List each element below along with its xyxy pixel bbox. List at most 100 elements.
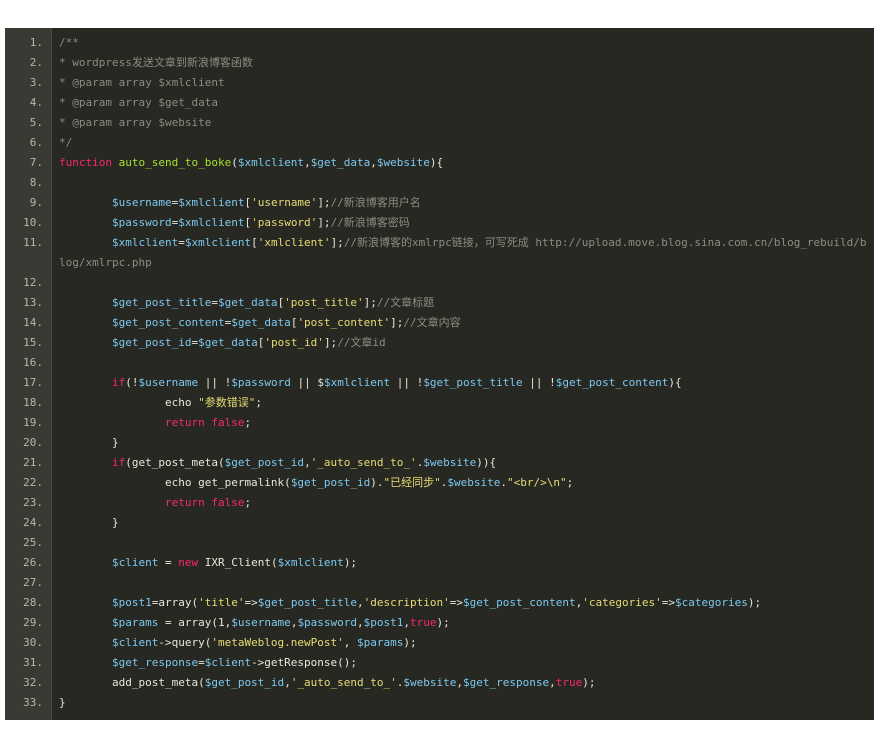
code-content: $get_response=$client->getResponse(); <box>59 653 868 673</box>
code-variable: $password <box>231 376 291 389</box>
code-line: 8. <box>5 173 874 193</box>
code-line: 27. <box>5 573 874 593</box>
code-text: ; <box>566 476 574 489</box>
code-line: 32. add_post_meta($get_post_id,'_auto_se… <box>5 673 874 693</box>
code-content: $client->query('metaWeblog.newPost', $pa… <box>59 633 868 653</box>
line-number: 19. <box>23 416 43 429</box>
code-content: if(get_post_meta($get_post_id,'_auto_sen… <box>59 453 868 473</box>
code-comment: //新浪博客密码 <box>330 216 410 229</box>
code-variable: $get_post_id <box>111 336 192 349</box>
code-keyword: return <box>164 416 205 429</box>
code-text: ; <box>244 496 252 509</box>
code-text: || ! <box>390 376 424 389</box>
code-line: 17. if(!$username || !$password || $$xml… <box>5 373 874 393</box>
line-number: 10. <box>23 216 43 229</box>
code-line: 22. echo get_permalink($get_post_id)."已经… <box>5 473 874 493</box>
code-line: 24. } <box>5 513 874 533</box>
code-content: $xmlclient=$xmlclient['xmlclient'];//新浪博… <box>59 233 868 273</box>
line-number: 22. <box>23 476 43 489</box>
code-keyword: if <box>111 456 126 469</box>
code-line: 4. * @param array $get_data <box>5 93 874 113</box>
code-text: ]; <box>317 196 331 209</box>
code-text: IXR_Client( <box>198 556 278 569</box>
code-line: 2. * wordpress发送文章到新浪博客函数 <box>5 53 874 73</box>
code-text: || $ <box>290 376 324 389</box>
line-number: 21. <box>23 456 43 469</box>
code-text: = <box>211 296 218 309</box>
code-string: 'description' <box>363 596 450 609</box>
code-variable: $post1 <box>111 596 152 609</box>
code-string: '_auto_send_to_' <box>290 676 397 689</box>
code-text: ). <box>370 476 384 489</box>
code-string: 'xmlclient' <box>257 236 331 249</box>
code-variable: $xmlclient <box>111 236 179 249</box>
code-content: $get_post_title=$get_data['post_title'];… <box>59 293 868 313</box>
code-line: 11. $xmlclient=$xmlclient['xmlclient'];/… <box>5 233 874 273</box>
code-text: =array( <box>151 596 199 609</box>
code-keyword: false <box>211 496 245 509</box>
code-line: 3. * @param array $xmlclient <box>5 73 874 93</box>
code-keyword: true <box>555 676 583 689</box>
code-comment: //新浪博客用户名 <box>330 196 421 209</box>
code-keyword: true <box>410 616 437 629</box>
code-line: 19. return false; <box>5 413 874 433</box>
code-variable: $username <box>231 616 291 629</box>
code-variable: $get_data <box>198 336 258 349</box>
code-line: 1. /** <box>5 33 874 53</box>
code-line: 28. $post1=array('title'=>$get_post_titl… <box>5 593 874 613</box>
code-text: ( <box>231 156 238 169</box>
code-variable: $password <box>297 616 358 629</box>
line-number: 3. <box>29 76 43 89</box>
code-text: , <box>304 456 311 469</box>
code-variable: $get_data <box>310 156 371 169</box>
line-number: 33. <box>23 696 43 709</box>
code-content: $username=$xmlclient['username'];//新浪博客用… <box>59 193 868 213</box>
code-variable: $client <box>204 656 252 669</box>
code-text: add_post_meta( <box>59 676 205 689</box>
code-line: 16. <box>5 353 874 373</box>
code-comment: //文章id <box>337 336 386 349</box>
code-line: 18. echo "参数错误"; <box>5 393 874 413</box>
code-variable: $username <box>138 376 199 389</box>
code-text: , <box>343 636 358 649</box>
code-content: $password=$xmlclient['password'];//新浪博客密… <box>59 213 868 233</box>
line-number: 13. <box>23 296 43 309</box>
code-variable: $username <box>111 196 172 209</box>
code-content: $client = new IXR_Client($xmlclient); <box>59 553 868 573</box>
line-number: 24. <box>23 516 43 529</box>
code-line: 10. $password=$xmlclient['password'];//新… <box>5 213 874 233</box>
code-text: ]; <box>317 216 331 229</box>
code-text: = <box>158 556 179 569</box>
code-keyword: new <box>178 556 199 569</box>
code-comment: * @param array $get_data <box>59 96 218 109</box>
code-variable: $website <box>447 476 501 489</box>
code-content: $get_post_id=$get_data['post_id'];//文章id <box>59 333 868 353</box>
code-line: 26. $client = new IXR_Client($xmlclient)… <box>5 553 874 573</box>
code-text: } <box>59 516 119 529</box>
code-variable: $client <box>111 556 159 569</box>
code-text: ]; <box>323 336 338 349</box>
code-text: => <box>661 596 675 609</box>
code-variable: $xmlclient <box>323 376 391 389</box>
line-number: 25. <box>23 536 43 549</box>
code-variable: $xmlclient <box>277 556 344 569</box>
code-variable: $get_post_title <box>111 296 212 309</box>
code-string: "已经同步" <box>383 476 441 489</box>
code-variable: $xmlclient <box>237 156 305 169</box>
code-content: /** <box>59 33 868 53</box>
code-line: 33.} <box>5 693 874 713</box>
line-number: 23. <box>23 496 43 509</box>
code-line: 29. $params = array(1,$username,$passwor… <box>5 613 874 633</box>
code-variable: $website <box>376 156 430 169</box>
code-line: 7. function auto_send_to_boke($xmlclient,… <box>5 153 874 173</box>
code-line: 9. $username=$xmlclient['username'];//新浪… <box>5 193 874 213</box>
code-variable: $website <box>403 676 457 689</box>
code-function-name: auto_send_to_boke <box>118 156 232 169</box>
